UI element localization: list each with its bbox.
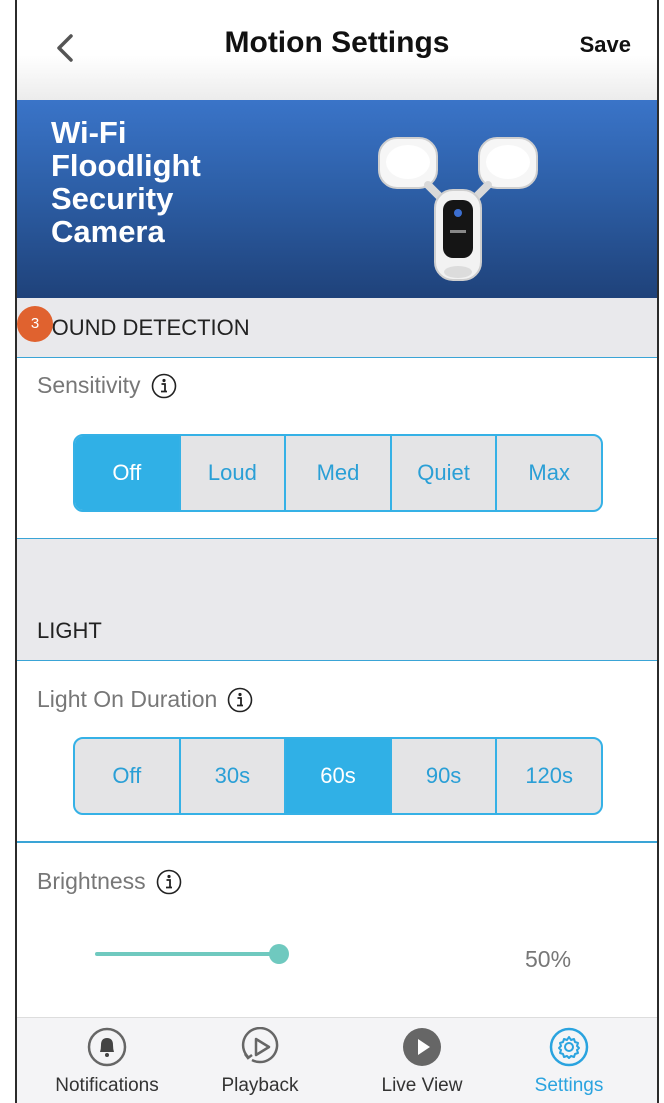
sensitivity-label: Sensitivity bbox=[37, 372, 141, 398]
tab-notifications[interactable]: Notifications bbox=[32, 1018, 182, 1103]
tab-label: Live View bbox=[381, 1075, 463, 1096]
tab-settings[interactable]: Settings bbox=[494, 1018, 644, 1103]
light-duration-option-off[interactable]: Off bbox=[75, 739, 181, 813]
light-duration-option-60s[interactable]: 60s bbox=[286, 739, 392, 813]
sensitivity-option-loud[interactable]: Loud bbox=[181, 436, 287, 510]
sensitivity-row: Sensitivity bbox=[37, 372, 177, 399]
brightness-label: Brightness bbox=[37, 868, 146, 894]
info-icon[interactable] bbox=[156, 869, 182, 895]
sensitivity-option-med[interactable]: Med bbox=[286, 436, 392, 510]
product-banner: Wi-Fi Floodlight Security Camera bbox=[17, 100, 657, 298]
bottom-tab-bar: Notifications Playback Live View Setting… bbox=[17, 1017, 657, 1103]
light-duration-option-90s[interactable]: 90s bbox=[392, 739, 498, 813]
sensitivity-option-off[interactable]: Off bbox=[75, 436, 181, 510]
sensitivity-option-max[interactable]: Max bbox=[497, 436, 601, 510]
tab-label: Settings bbox=[534, 1075, 604, 1096]
divider bbox=[17, 841, 657, 843]
playback-icon bbox=[241, 1027, 279, 1064]
save-button[interactable]: Save bbox=[580, 32, 631, 58]
tab-label: Playback bbox=[221, 1075, 299, 1096]
gear-icon bbox=[549, 1027, 589, 1067]
brightness-value: 50% bbox=[525, 946, 572, 972]
brightness-row: Brightness bbox=[37, 868, 182, 895]
section-header-sound-detection: SOUND DETECTION bbox=[17, 298, 657, 358]
brightness-slider-track[interactable] bbox=[95, 952, 280, 956]
play-icon bbox=[403, 1028, 441, 1066]
info-icon[interactable] bbox=[227, 687, 253, 713]
light-duration-option-30s[interactable]: 30s bbox=[181, 739, 287, 813]
floodlight-camera-image bbox=[378, 137, 538, 281]
info-icon[interactable] bbox=[151, 373, 177, 399]
bell-icon bbox=[87, 1027, 127, 1067]
nav-header: Motion Settings Save bbox=[17, 0, 657, 100]
section-title: LIGHT bbox=[37, 618, 102, 643]
product-name: Wi-Fi Floodlight Security Camera bbox=[51, 115, 201, 249]
brightness-slider-thumb[interactable] bbox=[269, 944, 289, 964]
sensitivity-option-quiet[interactable]: Quiet bbox=[392, 436, 498, 510]
page-title: Motion Settings bbox=[224, 26, 450, 59]
light-duration-segmented-control: Off 30s 60s 90s 120s bbox=[73, 737, 603, 815]
tab-label: Notifications bbox=[55, 1075, 159, 1096]
tab-live-view[interactable]: Live View bbox=[347, 1018, 497, 1103]
step-badge: 3 bbox=[17, 306, 53, 342]
light-duration-label: Light On Duration bbox=[37, 686, 218, 712]
screen: Motion Settings Save Wi-Fi Floodlight Se… bbox=[15, 0, 659, 1103]
light-duration-option-120s[interactable]: 120s bbox=[497, 739, 601, 813]
light-duration-row: Light On Duration bbox=[37, 686, 253, 713]
tab-playback[interactable]: Playback bbox=[185, 1018, 335, 1103]
section-title: SOUND DETECTION bbox=[37, 315, 250, 340]
sensitivity-segmented-control: Off Loud Med Quiet Max bbox=[73, 434, 603, 512]
section-header-light: LIGHT bbox=[17, 539, 657, 661]
